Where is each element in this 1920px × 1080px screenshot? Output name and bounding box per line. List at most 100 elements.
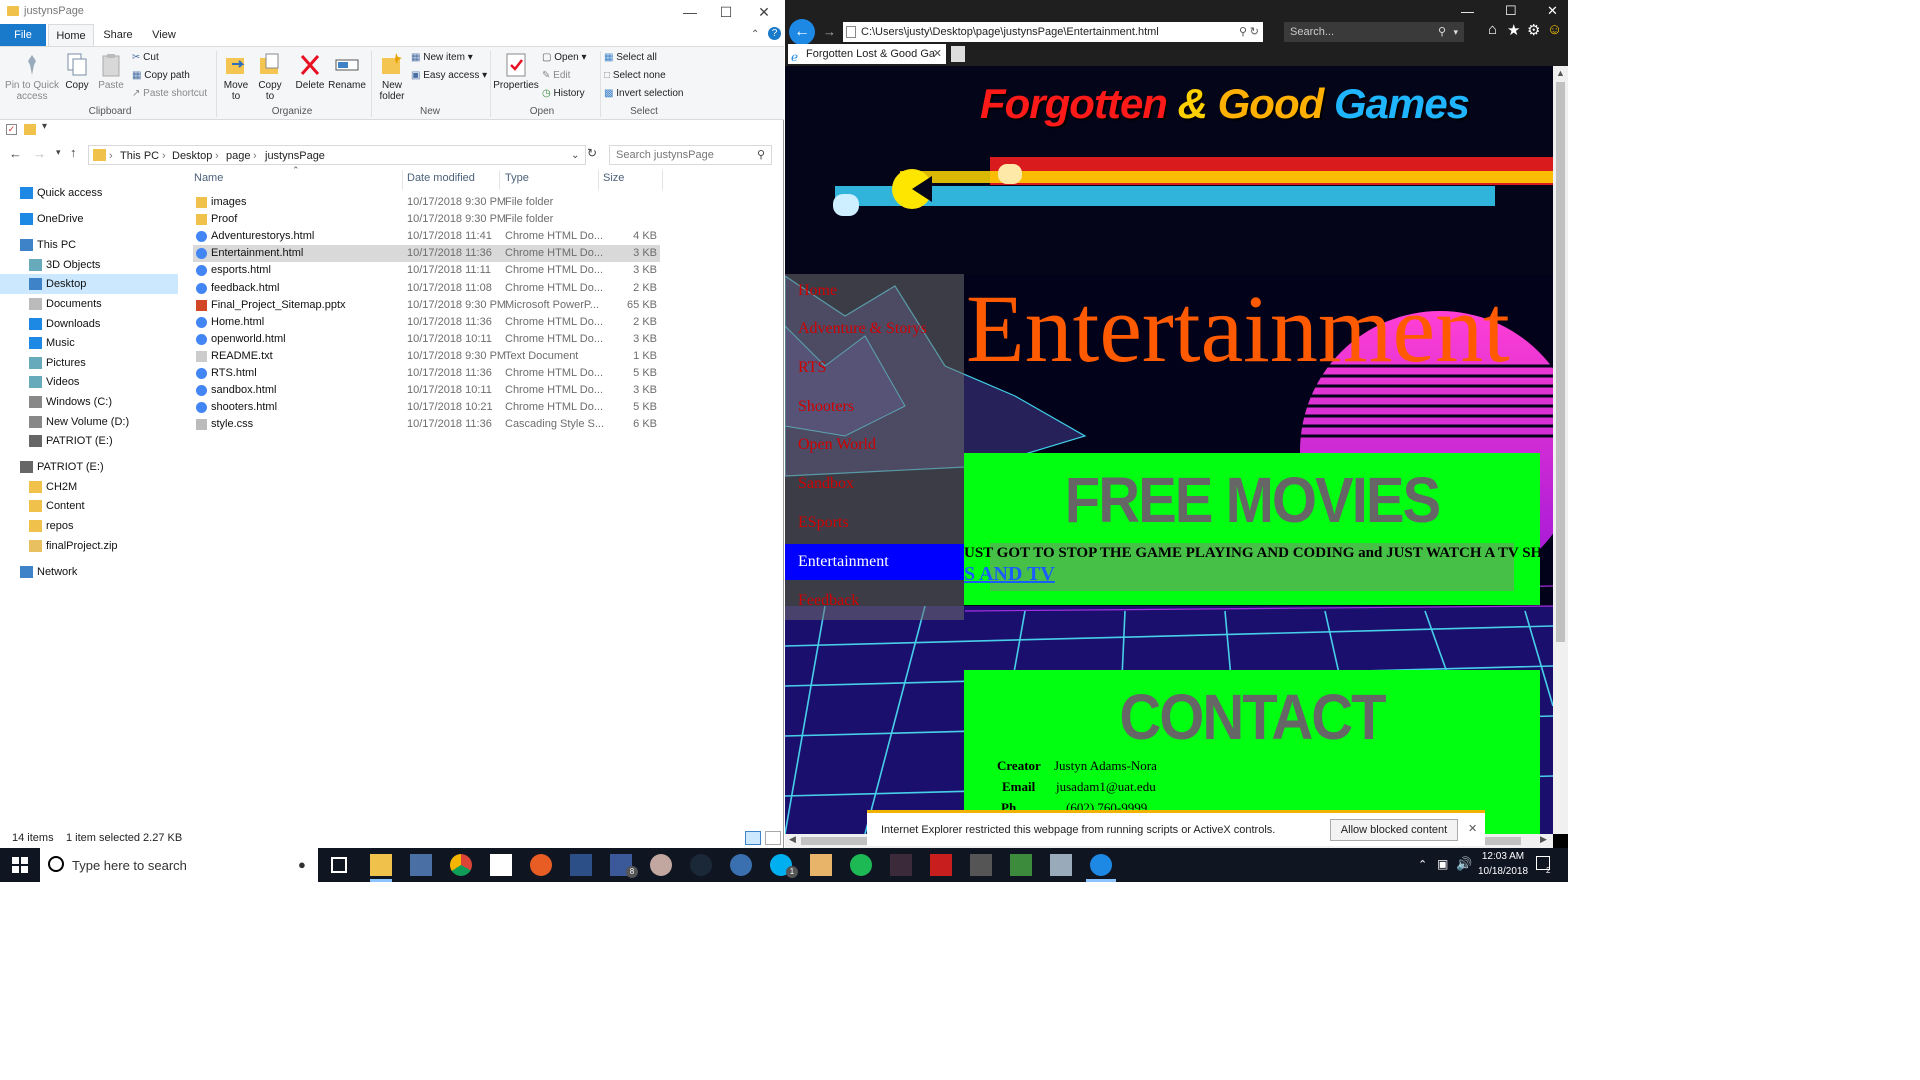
nav-item[interactable]: 3D Objects — [0, 255, 178, 275]
smiley-feedback-icon[interactable]: ☺ — [1547, 21, 1562, 38]
close-tab-icon[interactable]: ✕ — [933, 44, 942, 64]
copy-button[interactable]: Copy — [62, 51, 92, 91]
menu-link[interactable]: ESports — [798, 514, 849, 532]
tab-file[interactable]: File — [0, 24, 46, 46]
minimize-button[interactable]: — — [1461, 4, 1474, 19]
column-header-name[interactable]: Name — [194, 172, 223, 184]
file-row[interactable]: Entertainment.html 10/17/2018 11:36 Chrome… — [193, 245, 660, 263]
column-header-date[interactable]: Date modified — [407, 172, 475, 184]
internet-explorer-taskbar-icon[interactable] — [1090, 854, 1112, 876]
breadcrumb-page[interactable]: page — [226, 150, 250, 162]
menu-link[interactable]: Shooters — [798, 398, 854, 416]
maximize-button[interactable]: ☐ — [708, 0, 744, 24]
nav-item[interactable]: PATRIOT (E:) — [0, 457, 178, 477]
file-row[interactable]: openworld.html 10/17/2018 10:11 Chrome HTM… — [193, 331, 660, 348]
spreadsheet-app-icon[interactable] — [1010, 854, 1032, 876]
nav-item[interactable]: PATRIOT (E:) — [0, 431, 178, 451]
column-divider[interactable] — [662, 170, 663, 190]
mail-icon[interactable] — [490, 854, 512, 876]
column-divider[interactable] — [598, 170, 599, 190]
home-icon[interactable]: ⌂ — [1488, 21, 1497, 38]
file-explorer-taskbar-icon[interactable] — [370, 854, 392, 876]
column-header-type[interactable]: Type — [505, 172, 529, 184]
orange-app-icon[interactable] — [530, 854, 552, 876]
search-input[interactable]: Search justynsPage ⚲ — [609, 145, 772, 165]
search-icon[interactable]: ⚲ — [757, 146, 765, 164]
grey-app-icon[interactable] — [970, 854, 992, 876]
select-none-button[interactable]: □ Select none — [604, 68, 666, 84]
history-button[interactable]: ◷ History — [542, 86, 585, 102]
breadcrumb-desktop[interactable]: Desktop — [172, 150, 212, 162]
cut-button[interactable]: ✂ Cut — [132, 50, 159, 66]
file-row[interactable]: esports.html 10/17/2018 11:11 Chrome HTML … — [193, 262, 660, 279]
open-button[interactable]: ▢ Open ▾ — [542, 50, 587, 66]
easy-access-button[interactable]: ▣ Easy access ▾ — [411, 68, 487, 84]
menu-link[interactable]: Adventure & Storys — [798, 320, 927, 338]
allow-blocked-content-button[interactable]: Allow blocked content — [1330, 819, 1458, 841]
edit-button[interactable]: ✎ Edit — [542, 68, 570, 84]
large-icons-view-icon[interactable] — [765, 831, 781, 845]
movies-and-tv-link[interactable]: S AND TV — [964, 563, 1055, 586]
file-row[interactable]: Final_Project_Sitemap.pptx 10/17/2018 9:3… — [193, 297, 660, 314]
nav-item[interactable]: Windows (C:) — [0, 392, 178, 412]
copy-to-button[interactable]: Copy to — [254, 51, 286, 102]
rename-button[interactable]: Rename — [328, 51, 366, 91]
windows-start-icon[interactable] — [12, 857, 28, 873]
back-button[interactable]: ← — [789, 19, 815, 45]
gear-icon[interactable]: ⚙ — [1527, 21, 1540, 39]
file-row[interactable]: feedback.html 10/17/2018 11:08 Chrome HTML… — [193, 280, 660, 297]
search-icon[interactable]: ⚲ — [1438, 22, 1446, 42]
nav-item[interactable]: finalProject.zip — [0, 536, 178, 556]
file-row[interactable]: RTS.html 10/17/2018 11:36 Chrome HTML Do..… — [193, 365, 660, 382]
visual-studio-code-icon[interactable] — [570, 854, 592, 876]
maximize-button[interactable]: ☐ — [1505, 3, 1517, 19]
column-header-size[interactable]: Size — [603, 172, 624, 184]
nav-item[interactable]: Downloads — [0, 314, 178, 334]
vertical-scrollbar[interactable]: ▲ — [1553, 66, 1568, 834]
details-view-icon[interactable] — [745, 831, 761, 845]
copy-path-button[interactable]: ▦ Copy path — [132, 68, 190, 84]
store-icon[interactable] — [410, 854, 432, 876]
chevron-up-icon[interactable]: ⌃ — [751, 29, 759, 40]
menu-link[interactable]: Sandbox — [798, 475, 854, 493]
microphone-icon[interactable]: ● — [298, 857, 306, 872]
favorites-star-icon[interactable]: ★ — [1507, 21, 1520, 39]
nav-item[interactable]: CH2M — [0, 477, 178, 497]
menu-link[interactable]: Feedback — [798, 592, 859, 610]
move-to-button[interactable]: Move to — [220, 51, 252, 102]
file-row[interactable]: Proof 10/17/2018 9:30 PM File folder — [193, 211, 660, 228]
ie-tab[interactable]: ℯ Forgotten Lost & Good Ga ✕ — [788, 44, 946, 64]
pin-quick-access-button[interactable]: Pin to Quick access — [4, 51, 60, 102]
ie-search-input[interactable]: Search... ⚲ ▾ — [1284, 22, 1464, 42]
column-divider[interactable] — [499, 170, 500, 190]
recent-locations-icon[interactable]: ▾ — [56, 147, 61, 158]
scroll-up-icon[interactable]: ▲ — [1556, 68, 1565, 78]
scroll-left-icon[interactable]: ◀ — [789, 834, 796, 845]
refresh-icon[interactable]: ↻ — [1250, 22, 1259, 42]
select-all-button[interactable]: ▦ Select all — [604, 50, 657, 66]
nav-item[interactable]: This PC — [0, 235, 178, 255]
file-row[interactable]: shooters.html 10/17/2018 10:21 Chrome HTML… — [193, 399, 660, 416]
taskbar-date[interactable]: 10/18/2018 — [1472, 866, 1534, 877]
new-item-button[interactable]: ▦ New item ▾ — [411, 50, 473, 66]
nav-item[interactable]: Desktop — [0, 274, 178, 294]
tab-view[interactable]: View — [142, 24, 186, 46]
customize-quick-access-icon[interactable]: ▾ — [42, 121, 47, 132]
ie-address-bar[interactable]: C:\Users\justy\Desktop\page\justynsPage\… — [843, 22, 1263, 42]
scroll-right-icon[interactable]: ▶ — [1540, 834, 1547, 845]
forward-arrow-icon[interactable]: → — [33, 146, 46, 161]
menu-link[interactable]: RTS — [798, 359, 826, 377]
nav-item[interactable]: Videos — [0, 372, 178, 392]
scrollbar-thumb[interactable] — [1556, 82, 1565, 642]
file-row[interactable]: images 10/17/2018 9:30 PM File folder — [193, 194, 660, 211]
file-row[interactable]: Adventurestorys.html 10/17/2018 11:41 Chro… — [193, 228, 660, 245]
search-icon[interactable]: ⚲ — [1239, 22, 1247, 42]
breadcrumb-separator-icon[interactable]: › — [215, 150, 219, 162]
close-button[interactable]: ✕ — [1547, 3, 1558, 19]
properties-button[interactable]: Properties — [492, 51, 540, 91]
breadcrumb-justynspage[interactable]: justynsPage — [265, 150, 325, 162]
file-row[interactable]: Home.html 10/17/2018 11:36 Chrome HTML Do.… — [193, 314, 660, 331]
paste-shortcut-button[interactable]: ↗ Paste shortcut — [132, 86, 207, 102]
red-app-icon[interactable] — [930, 854, 952, 876]
invert-selection-button[interactable]: ▩ Invert selection — [604, 86, 684, 102]
